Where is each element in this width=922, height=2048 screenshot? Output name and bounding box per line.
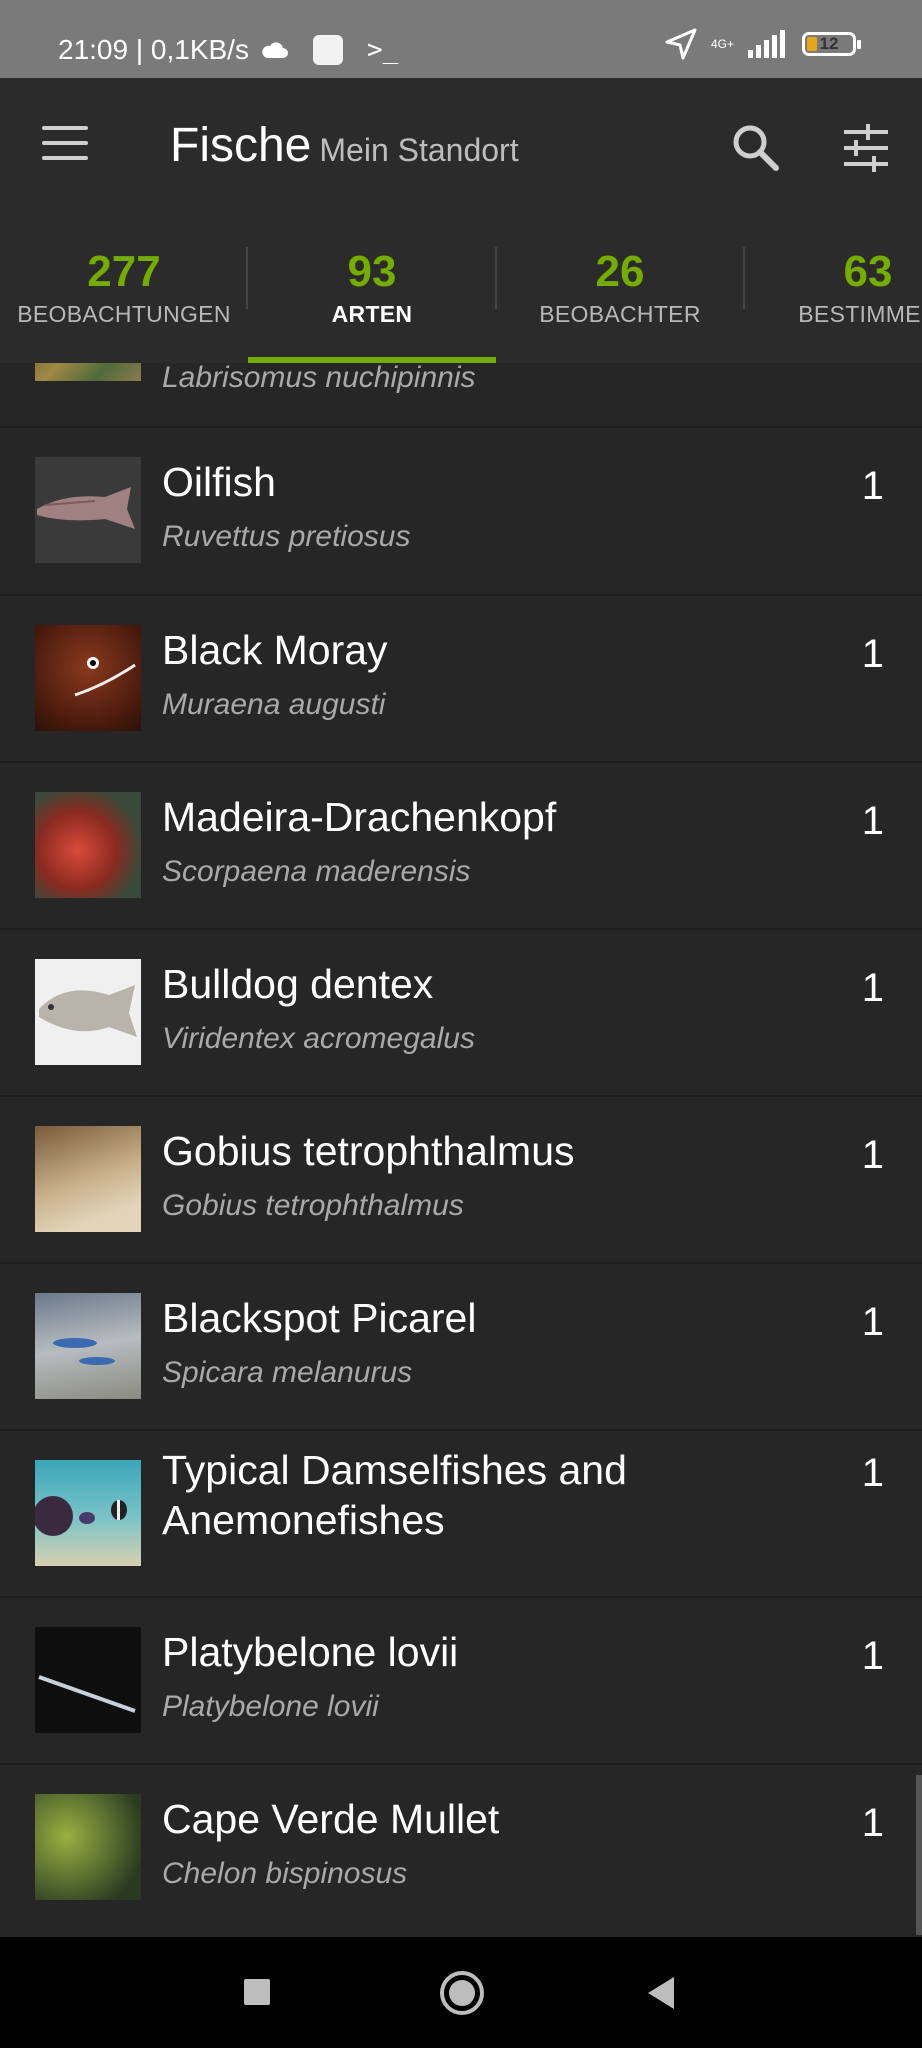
common-name: Platybelone lovii xyxy=(162,1629,459,1675)
scientific-name: Chelon bispinosus xyxy=(162,1857,408,1890)
network-type: 4G+ xyxy=(710,37,734,51)
menu-icon xyxy=(42,126,88,160)
signal-icon xyxy=(748,30,785,58)
common-name: Gobius tetrophthalmus xyxy=(162,1128,575,1174)
list-item[interactable]: Oilfish Ruvettus pretiosus 1 xyxy=(0,428,922,596)
location-arrow-icon xyxy=(665,28,697,60)
home-button[interactable] xyxy=(432,1965,492,2021)
scientific-name: Viridentex acromegalus xyxy=(162,1022,475,1055)
tab-label: BEOBACHTUNGEN xyxy=(17,301,231,327)
system-nav-bar xyxy=(0,1937,922,2048)
observation-count: 1 xyxy=(861,1634,884,1678)
species-photo xyxy=(35,363,141,381)
terminal-icon: >_ xyxy=(366,35,399,65)
title-text: Fische xyxy=(170,119,312,172)
filter-sliders-icon xyxy=(844,124,888,172)
battery-icon: 12 xyxy=(802,32,861,56)
recents-square-icon xyxy=(244,1979,270,2005)
scientific-name: Labrisomus nuchipinnis xyxy=(162,363,476,394)
tab-label: ARTEN xyxy=(331,301,413,327)
species-photo xyxy=(35,792,141,898)
species-photo xyxy=(35,959,141,1065)
common-name-line2: Anemonefishes xyxy=(162,1497,445,1543)
scientific-name: Ruvettus pretiosus xyxy=(162,520,411,553)
tab-count: 63 xyxy=(843,247,893,296)
stats-tabs: 277 BEOBACHTUNGEN 93 ARTEN 26 BEOBACHTER… xyxy=(0,233,922,363)
list-item[interactable]: Blackspot Picarel Spicara melanurus 1 xyxy=(0,1264,922,1431)
tab-label: BEOBACHTER xyxy=(539,301,701,327)
observation-count: 1 xyxy=(861,632,884,676)
species-photo xyxy=(35,625,141,731)
list-item[interactable]: Bulldog dentex Viridentex acromegalus 1 xyxy=(0,930,922,1097)
location-subtitle: Mein Standort xyxy=(319,132,519,168)
page-title: Fische Mein Standort xyxy=(170,118,519,173)
cloud-icon xyxy=(262,42,288,58)
tab-bestimmer[interactable]: 63 BESTIMMER xyxy=(744,233,922,363)
time-and-speed: 21:09 | 0,1KB/s xyxy=(58,34,249,65)
common-name: Blackspot Picarel xyxy=(162,1295,477,1341)
scientific-name: Spicara melanurus xyxy=(162,1356,413,1389)
list-item[interactable]: Typical Damselfishes and Anemonefishes 1 xyxy=(0,1431,922,1598)
tab-arten[interactable]: 93 ARTEN xyxy=(248,233,496,363)
observation-count: 1 xyxy=(861,1801,884,1845)
common-name: Oilfish xyxy=(162,459,276,505)
species-photo xyxy=(35,1126,141,1232)
filter-button[interactable] xyxy=(838,120,894,176)
species-list[interactable]: Labrisomus nuchipinnis Oilfish Ruvettus … xyxy=(0,363,922,1937)
tab-count: 93 xyxy=(347,247,397,296)
tab-beobachter[interactable]: 26 BEOBACHTER xyxy=(496,233,744,363)
notification-square-icon xyxy=(312,35,343,65)
status-right: 4G+ 12 xyxy=(665,28,861,60)
status-bar: 21:09 | 0,1KB/s >_ 4G+ 12 xyxy=(0,0,922,78)
scientific-name: Platybelone lovii xyxy=(162,1690,379,1723)
list-item[interactable]: Black Moray Muraena augusti 1 xyxy=(0,596,922,763)
scrollbar[interactable] xyxy=(916,1775,922,1935)
list-item[interactable]: Cape Verde Mullet Chelon bispinosus 1 xyxy=(0,1765,922,1937)
common-name: Cape Verde Mullet xyxy=(162,1796,500,1842)
observation-count: 1 xyxy=(861,1133,884,1177)
recents-button[interactable] xyxy=(228,1965,288,2021)
list-item[interactable]: Labrisomus nuchipinnis xyxy=(0,363,922,428)
list-item[interactable]: Platybelone lovii Platybelone lovii 1 xyxy=(0,1598,922,1765)
tab-label: BESTIMMER xyxy=(798,301,922,327)
species-photo xyxy=(35,1293,141,1399)
tab-count: 277 xyxy=(87,247,161,296)
home-circle-icon xyxy=(440,1971,484,2015)
common-name: Madeira-Drachenkopf xyxy=(162,794,557,840)
observation-count: 1 xyxy=(861,1451,884,1495)
back-button[interactable] xyxy=(632,1965,692,2021)
observation-count: 1 xyxy=(861,799,884,843)
tab-beobachtungen[interactable]: 277 BEOBACHTUNGEN xyxy=(0,233,248,363)
menu-button[interactable] xyxy=(42,126,88,166)
observation-count: 1 xyxy=(861,1300,884,1344)
scientific-name: Gobius tetrophthalmus xyxy=(162,1189,464,1222)
common-name: Black Moray xyxy=(162,627,388,673)
status-left: 21:09 | 0,1KB/s >_ xyxy=(58,34,398,66)
search-icon xyxy=(733,125,779,171)
search-button[interactable] xyxy=(728,120,784,176)
app-bar: Fische Mein Standort xyxy=(0,78,922,233)
observation-count: 1 xyxy=(861,464,884,508)
species-photo xyxy=(35,457,141,563)
list-item[interactable]: Gobius tetrophthalmus Gobius tetrophthal… xyxy=(0,1097,922,1264)
species-photo xyxy=(35,1460,141,1566)
back-triangle-icon xyxy=(648,1977,674,2009)
species-photo xyxy=(35,1794,141,1900)
species-photo xyxy=(35,1627,141,1733)
common-name: Bulldog dentex xyxy=(162,961,434,1007)
tab-count: 26 xyxy=(595,247,645,296)
observation-count: 1 xyxy=(861,966,884,1010)
scientific-name: Scorpaena maderensis xyxy=(162,855,471,888)
scientific-name: Muraena augusti xyxy=(162,688,386,721)
list-item[interactable]: Madeira-Drachenkopf Scorpaena maderensis… xyxy=(0,763,922,930)
common-name-line1: Typical Damselfishes and xyxy=(162,1447,627,1493)
common-name: Typical Damselfishes and Anemonefishes xyxy=(162,1445,627,1545)
